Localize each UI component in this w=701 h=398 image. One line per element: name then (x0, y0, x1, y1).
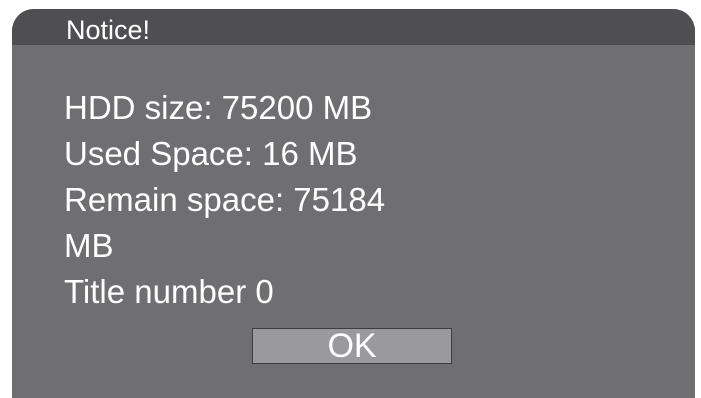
used-space-text: Used Space: 16 MB (64, 135, 358, 172)
remain-space-text: Remain space: 75184 (64, 181, 386, 218)
notice-dialog: Notice! HDD size: 75200 MB Used Space: 1… (12, 9, 695, 398)
ok-button[interactable]: OK (252, 328, 452, 364)
hdd-size-text: HDD size: 75200 MB (64, 89, 373, 126)
dialog-title: Notice! (66, 15, 151, 45)
title-number-text: Title number 0 (64, 273, 274, 310)
dialog-title-bar: Notice! (12, 9, 695, 45)
remain-space-unit-text: MB (64, 227, 114, 264)
dialog-message: HDD size: 75200 MB Used Space: 16 MB Rem… (64, 85, 385, 315)
